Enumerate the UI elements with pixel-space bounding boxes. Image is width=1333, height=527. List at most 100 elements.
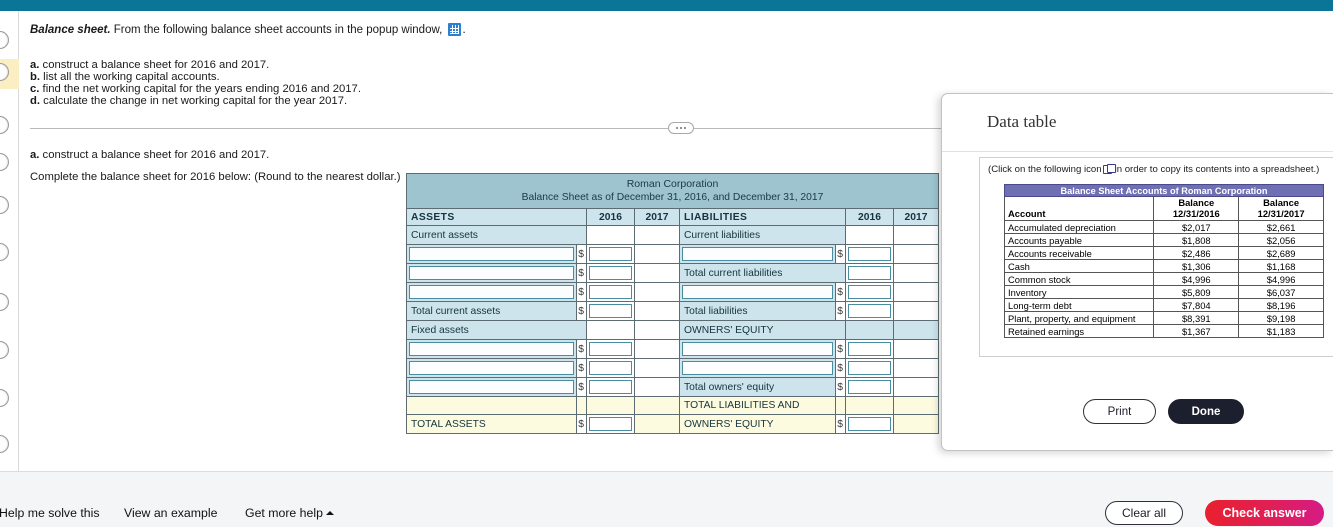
- fixed-asset-name-input[interactable]: [409, 361, 574, 375]
- print-button[interactable]: Print: [1083, 399, 1156, 424]
- owners-equity-2016-cell: [845, 320, 894, 340]
- assets-name-input-cell[interactable]: [406, 358, 577, 378]
- fixed-asset-2016-value-input[interactable]: [589, 380, 632, 394]
- asset-2016-value-input[interactable]: [589, 285, 632, 299]
- equity-account-name-input[interactable]: [682, 361, 833, 375]
- clear-all-button[interactable]: Clear all: [1105, 501, 1183, 525]
- rail-question-dot[interactable]: [0, 153, 11, 173]
- fixed-asset-name-input[interactable]: [409, 380, 574, 394]
- total-liab-equity-2016-input-cell[interactable]: [845, 414, 894, 434]
- assets-2016-input-cell[interactable]: [586, 282, 635, 302]
- total-owners-equity-2016-input[interactable]: [848, 380, 891, 394]
- check-answer-button[interactable]: Check answer: [1205, 500, 1324, 526]
- view-an-example-link[interactable]: View an example: [124, 506, 217, 520]
- equity-name-input-cell[interactable]: [679, 339, 836, 359]
- rail-question-dot[interactable]: [0, 293, 11, 313]
- assets-name-input-cell[interactable]: [406, 282, 577, 302]
- liabilities-2017-cell: [892, 339, 940, 359]
- assets-name-input-cell[interactable]: [406, 377, 577, 397]
- liabilities-2016-input-cell[interactable]: [845, 377, 894, 397]
- assets-2016-cell: [586, 320, 635, 340]
- table-row: Common stock $4,996 $4,996: [1003, 272, 1324, 286]
- help-me-solve-this-link[interactable]: Help me solve this: [0, 506, 99, 520]
- balance-2016: $1,306: [1153, 259, 1240, 273]
- equity-2016-value-input[interactable]: [848, 342, 891, 356]
- liabilities-2016-input-cell[interactable]: [845, 244, 894, 264]
- total-current-assets-2016-input[interactable]: [589, 304, 632, 318]
- balance-sheet-worksheet: Roman Corporation Balance Sheet as of De…: [405, 173, 940, 434]
- assets-row-label: Current assets: [406, 225, 587, 245]
- rail-question-dot[interactable]: [0, 243, 11, 263]
- liabilities-2016-input-cell[interactable]: [845, 358, 894, 378]
- liabilities-2016-input-cell[interactable]: [845, 339, 894, 359]
- total-assets-2016-input[interactable]: [589, 417, 632, 431]
- rail-question-dot[interactable]: [0, 116, 11, 136]
- table-row: Accounts receivable $2,486 $2,689: [1003, 246, 1324, 260]
- liability-2016-value-input[interactable]: [848, 247, 891, 261]
- assets-name-input-cell[interactable]: [406, 244, 577, 264]
- fixed-asset-2016-value-input[interactable]: [589, 361, 632, 375]
- asset-account-name-input[interactable]: [409, 247, 574, 261]
- assets-2016-input-cell[interactable]: [586, 301, 635, 321]
- table-row: Plant, property, and equipment $8,391 $9,1…: [1003, 311, 1324, 325]
- total-liabilities-2016-input[interactable]: [848, 304, 891, 318]
- asset-account-name-input[interactable]: [409, 285, 574, 299]
- asset-2016-value-input[interactable]: [589, 247, 632, 261]
- copy-icon[interactable]: [1102, 164, 1116, 174]
- done-button[interactable]: Done: [1168, 399, 1244, 424]
- assets-2017-cell: [634, 301, 680, 321]
- balance-2016: $2,486: [1153, 246, 1240, 260]
- liability-account-name-input[interactable]: [682, 247, 833, 261]
- total-liab-equity-spacer: [845, 396, 894, 415]
- rail-question-dot[interactable]: [0, 31, 11, 51]
- liabilities-name-input-cell[interactable]: [679, 244, 836, 264]
- assets-name-input-cell[interactable]: [406, 339, 577, 359]
- assets-2016-input-cell[interactable]: [586, 358, 635, 378]
- rail-question-dot[interactable]: [0, 341, 11, 361]
- liabilities-2016-input-cell[interactable]: [845, 263, 894, 283]
- balance-2016: $7,804: [1153, 298, 1240, 312]
- total-assets-2016-input-cell[interactable]: [586, 414, 635, 434]
- col-header-date-2016: 12/31/2016: [1172, 208, 1220, 219]
- liabilities-2016-input-cell[interactable]: [845, 282, 894, 302]
- liability-account-name-input[interactable]: [682, 285, 833, 299]
- equity-2016-value-input[interactable]: [848, 361, 891, 375]
- total-liabilities-label: Total liabilities: [679, 301, 836, 321]
- assets-name-input-cell[interactable]: [406, 263, 577, 283]
- liabilities-2016-input-cell[interactable]: [845, 301, 894, 321]
- asset-2016-value-input[interactable]: [589, 266, 632, 280]
- part-letter: d.: [30, 95, 41, 108]
- rail-question-dot[interactable]: [0, 389, 11, 409]
- assets-2016-input-cell[interactable]: [586, 263, 635, 283]
- assets-2016-input-cell[interactable]: [586, 377, 635, 397]
- assets-2016-input-cell[interactable]: [586, 339, 635, 359]
- liability-2016-value-input[interactable]: [848, 285, 891, 299]
- fixed-asset-name-input[interactable]: [409, 342, 574, 356]
- total-liabilities-equity-2016-input[interactable]: [848, 417, 891, 431]
- liabilities-2017-cell: [892, 377, 940, 397]
- equity-account-name-input[interactable]: [682, 342, 833, 356]
- asset-account-name-input[interactable]: [409, 266, 574, 280]
- assets-2017-cell: [634, 263, 680, 283]
- total-liab-equity-label-line2: OWNERS' EQUITY: [679, 414, 836, 434]
- total-current-liabilities-2016-input[interactable]: [848, 266, 891, 280]
- fixed-asset-2016-value-input[interactable]: [589, 342, 632, 356]
- assets-2017-header: 2017: [634, 208, 680, 226]
- divider-collapse-handle[interactable]: [668, 122, 694, 134]
- col-header-date-2017: 12/31/2017: [1257, 208, 1305, 219]
- assets-currency-symbol: $: [576, 339, 587, 359]
- liabilities-currency-symbol: $: [835, 282, 846, 302]
- assets-2017-cell: [634, 244, 680, 264]
- liabilities-name-input-cell[interactable]: [679, 282, 836, 302]
- rail-question-dot[interactable]: [0, 63, 11, 83]
- data-table-popup: Data table (Click on the following icon i…: [941, 93, 1333, 451]
- rail-question-dot[interactable]: [0, 435, 11, 455]
- equity-name-input-cell[interactable]: [679, 358, 836, 378]
- get-more-help-link[interactable]: Get more help: [245, 506, 334, 520]
- assets-2016-input-cell[interactable]: [586, 244, 635, 264]
- liabilities-currency-symbol: $: [835, 339, 846, 359]
- rail-question-dot[interactable]: [0, 196, 11, 216]
- liabilities-currency-symbol: $: [835, 414, 846, 434]
- balance-2017: $2,661: [1238, 220, 1324, 234]
- spreadsheet-popup-icon[interactable]: [447, 23, 461, 36]
